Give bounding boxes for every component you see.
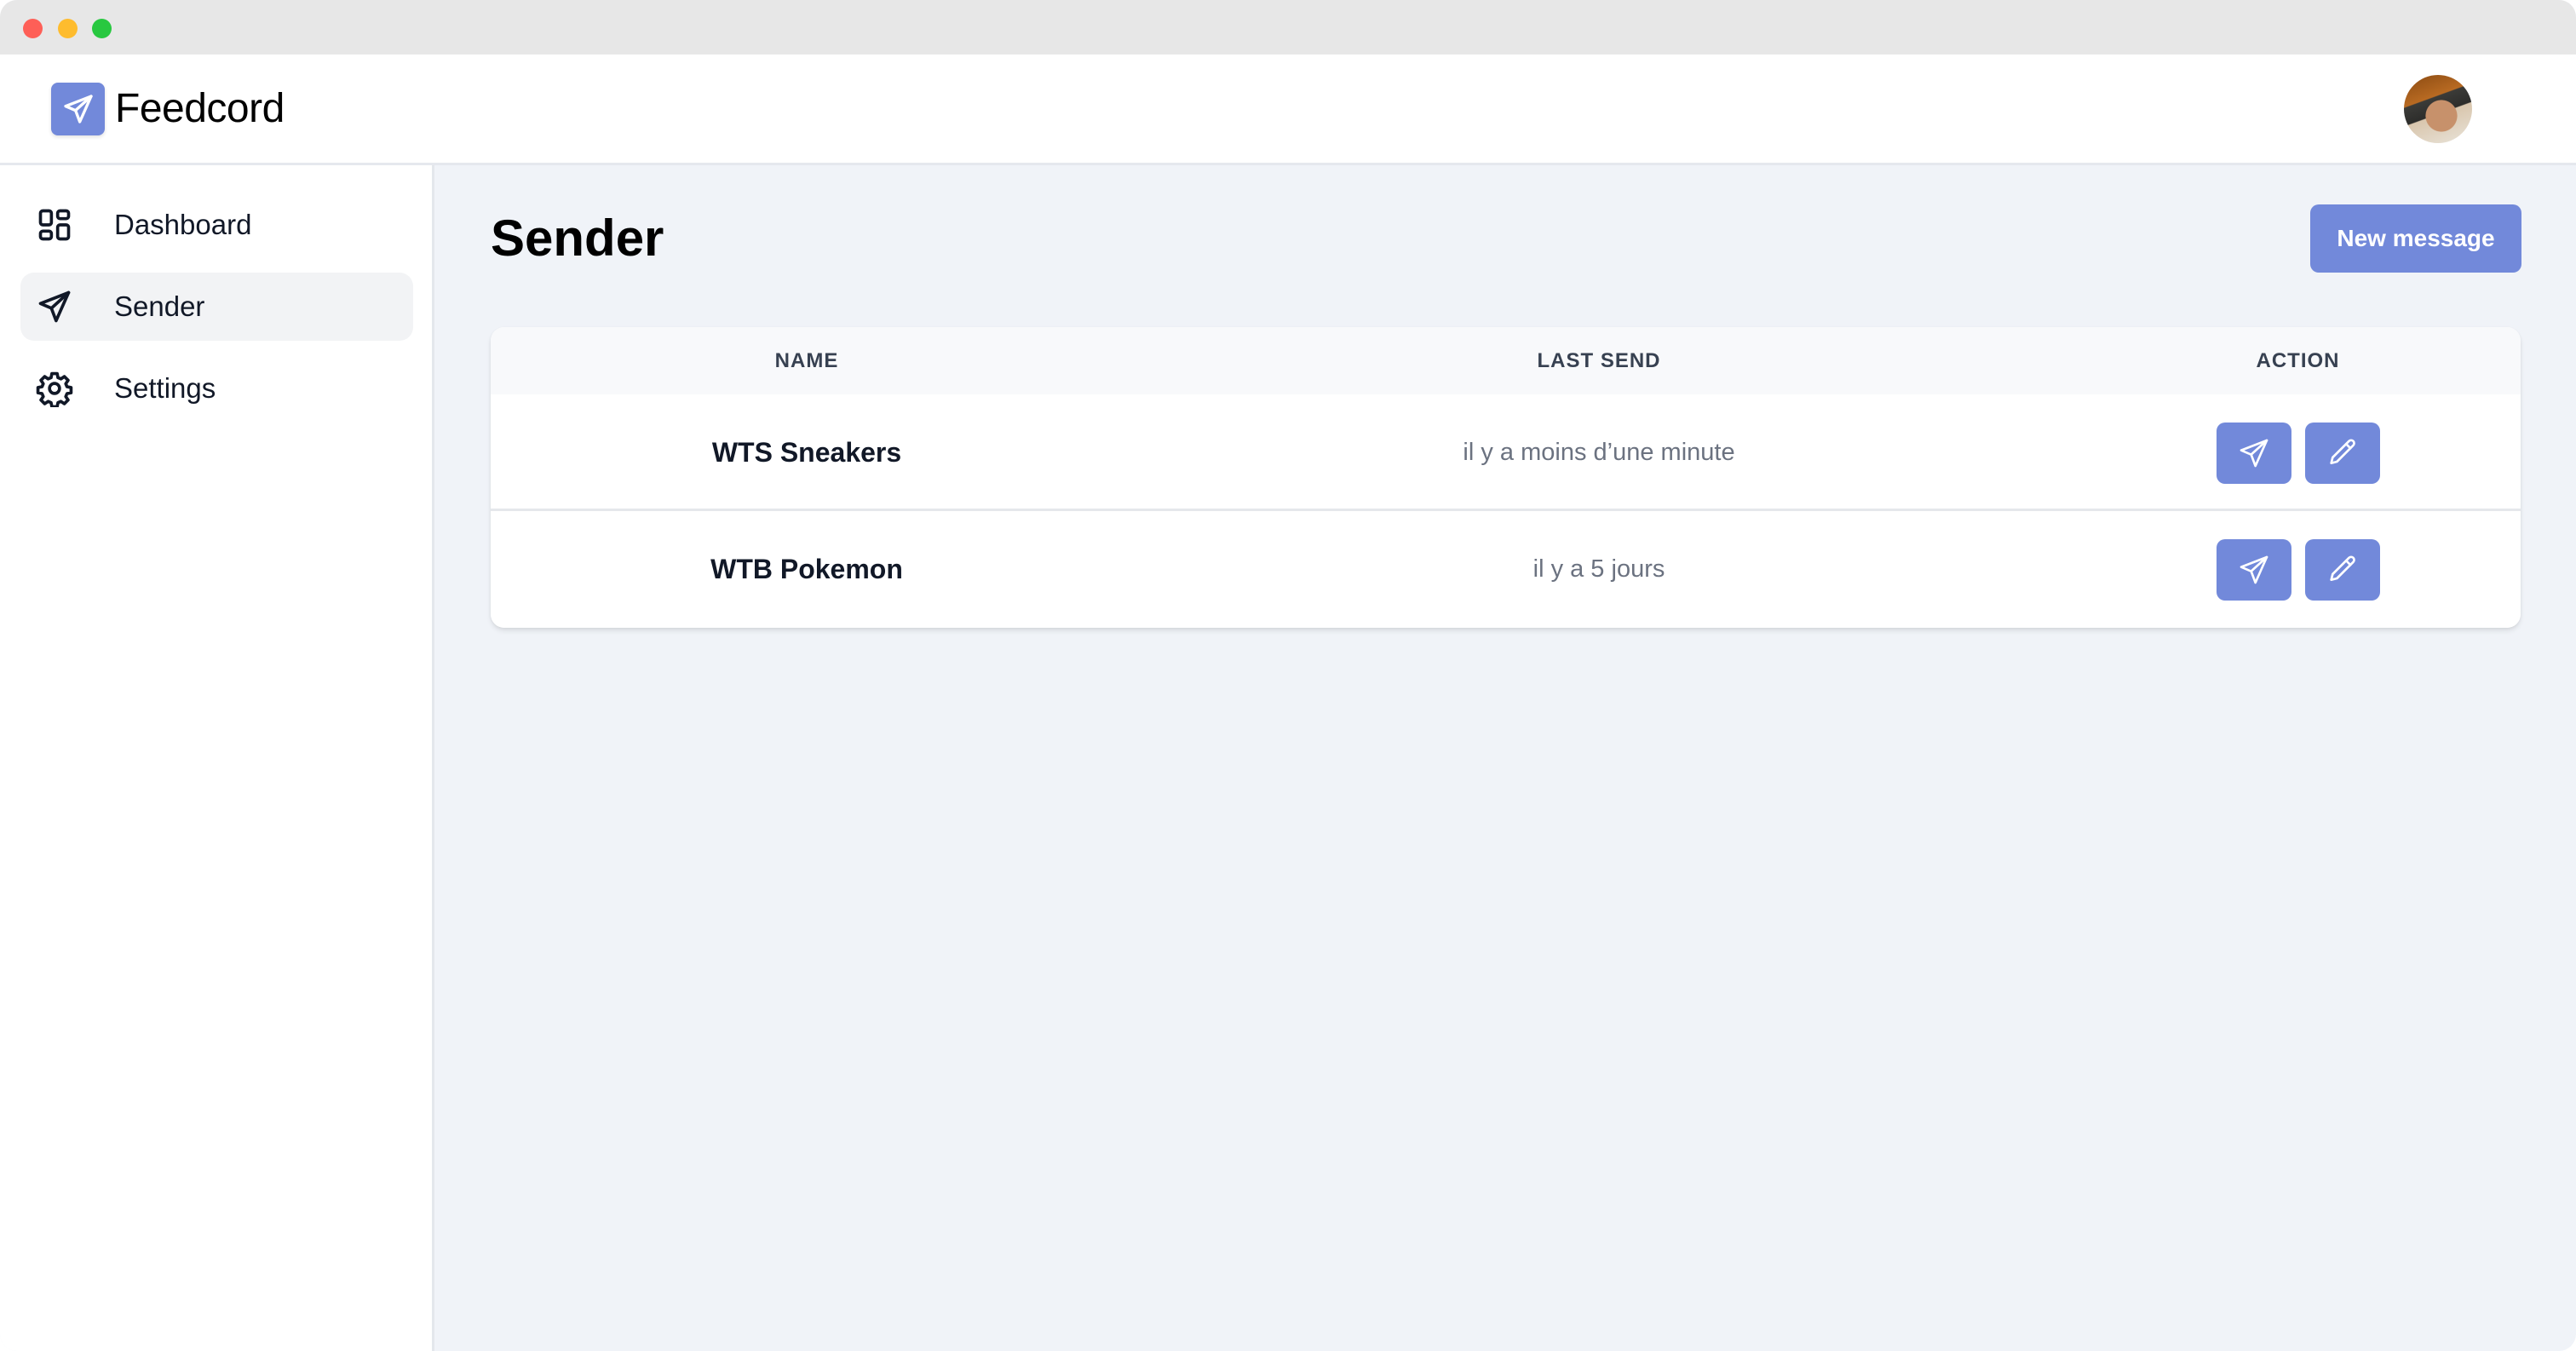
dashboard-grid-icon [36,206,73,244]
sidebar-item-label: Settings [114,372,216,404]
send-icon [2240,555,2268,584]
paper-plane-icon [63,95,93,124]
send-button[interactable] [2216,422,2291,484]
table-row: WTB Pokemon il y a 5 jours [491,511,2521,628]
row-last-send: il y a moins d’une minute [1463,439,1735,466]
column-header-action: ACTION [2256,349,2340,372]
sidebar: Dashboard Sender Settings [0,165,434,1351]
row-actions [2075,394,2521,511]
edit-pencil-icon [2329,438,2355,464]
row-actions [2075,511,2521,628]
page-title: Sender [491,210,664,267]
column-header-last-send[interactable]: LAST SEND [1123,327,2075,394]
new-message-button[interactable]: New message [2310,204,2521,273]
window-maximize-button[interactable] [92,19,112,38]
row-name: WTB Pokemon [710,554,903,584]
app-window: Feedcord Dashboard Sender Settings Sende… [0,0,2576,1351]
user-avatar[interactable] [2404,75,2472,143]
sidebar-item-sender[interactable]: Sender [20,273,413,341]
sidebar-item-dashboard[interactable]: Dashboard [20,191,413,259]
table-row: WTS Sneakers il y a moins d’une minute [491,394,2521,511]
window-titlebar [0,0,2576,55]
window-minimize-button[interactable] [58,19,78,38]
brand-logo[interactable] [51,83,105,135]
sidebar-item-settings[interactable]: Settings [20,354,413,423]
table-header: NAME LAST SEND ACTION [491,327,2521,394]
edit-button[interactable] [2304,538,2380,601]
sender-table: NAME LAST SEND ACTION WTS Sneakers il y … [491,327,2521,628]
gear-icon [36,370,73,407]
send-button[interactable] [2216,538,2291,601]
edit-pencil-icon [2329,555,2355,581]
row-last-send: il y a 5 jours [1532,555,1665,583]
window-close-button[interactable] [23,19,43,38]
sidebar-item-label: Dashboard [114,209,252,240]
sidebar-item-label: Sender [114,290,205,322]
send-icon [2240,439,2268,467]
paper-plane-icon [36,288,73,325]
app-header: Feedcord [0,55,2576,165]
edit-button[interactable] [2304,422,2380,484]
row-name: WTS Sneakers [711,437,902,468]
column-header-name[interactable]: NAME [491,327,1123,394]
brand-name: Feedcord [115,86,285,131]
